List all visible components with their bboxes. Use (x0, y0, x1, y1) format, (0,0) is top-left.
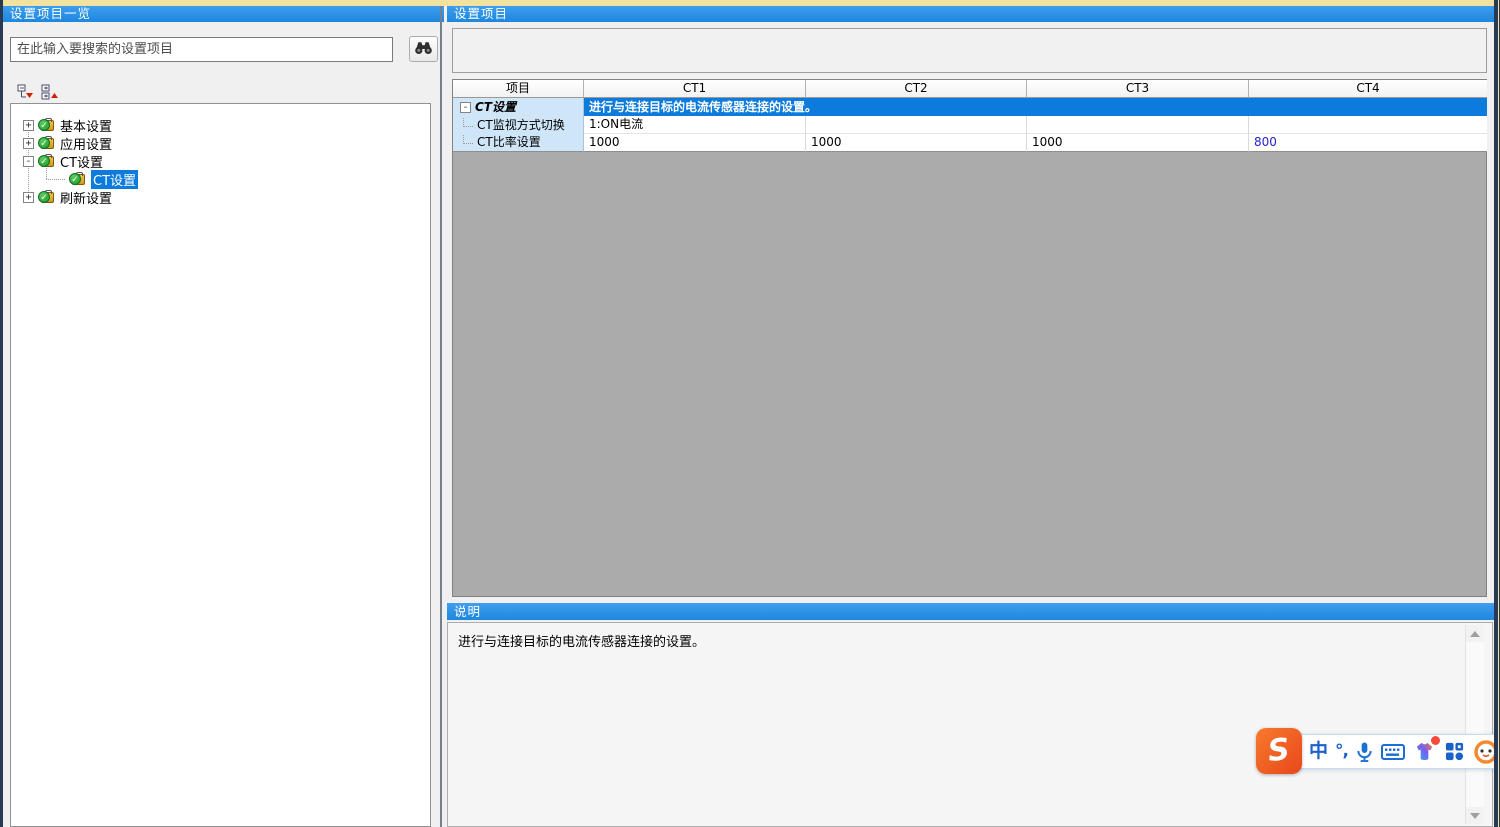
table-group-row: - CT设置 进行与连接目标的电流传感器连接的设置。 (453, 98, 1486, 116)
settings-item-panel-title: 设置项目 (447, 5, 1500, 22)
column-header-ct3: CT3 (1027, 80, 1249, 98)
group-row-description[interactable]: 进行与连接目标的电流传感器连接的设置。 (584, 98, 1487, 116)
group-row-label: CT设置 (475, 99, 516, 116)
tree-stub (463, 135, 473, 144)
description-text: 进行与连接目标的电流传感器连接的设置。 (458, 631, 705, 650)
ime-language-mode-button[interactable]: 中 (1309, 742, 1328, 761)
tree-expander-icon[interactable]: - (23, 156, 34, 167)
window-right-edge (1494, 0, 1500, 827)
expand-all-icon[interactable] (41, 84, 59, 100)
value-cell-ct2[interactable] (806, 116, 1027, 134)
tree-item-ct-settings: - ✓ CT设置 (23, 152, 103, 170)
tree-item-application-settings: + ✓ 应用设置 (23, 134, 112, 152)
window-left-edge (0, 0, 3, 827)
tree-item-label[interactable]: 应用设置 (60, 134, 112, 153)
tree-item-basic-settings: + ✓ 基本设置 (23, 116, 112, 134)
group-expander-icon[interactable]: - (460, 102, 471, 113)
value-cell-ct2[interactable]: 1000 (806, 134, 1027, 152)
panel-splitter[interactable] (440, 5, 442, 827)
arrow-down-icon (1470, 813, 1480, 819)
settings-node-icon: ✓ (39, 135, 56, 151)
tree-item-refresh-settings: + ✓ 刷新设置 (23, 188, 112, 206)
column-header-ct1: CT1 (584, 80, 806, 98)
table-header-row: 项目 CT1 CT2 CT3 CT4 (453, 80, 1486, 98)
tree-toolbar (17, 84, 59, 100)
settings-node-icon: ✓ (39, 153, 56, 169)
tree-expander-icon[interactable]: + (23, 192, 34, 203)
row-label-cell: CT比率设置 (453, 134, 584, 152)
row-label: CT监视方式切换 (477, 117, 565, 134)
table-row-ct-ratio: CT比率设置 1000 1000 1000 800 (453, 134, 1486, 152)
tree-connector (46, 179, 65, 180)
arrow-up-icon (1470, 631, 1480, 637)
tree-item-ct-settings-child: ✓ CT设置 (65, 170, 138, 188)
tree-stub (463, 118, 473, 127)
settings-node-icon: ✓ (39, 189, 56, 205)
value-cell-ct4-modified[interactable]: 800 (1249, 134, 1487, 152)
scroll-up-button[interactable] (1466, 625, 1484, 642)
description-panel-title: 说明 (447, 603, 1500, 620)
tree-expander-icon[interactable]: + (23, 138, 34, 149)
ime-toolbar-pill: 中 °, (1272, 734, 1500, 769)
value-cell-ct1[interactable]: 1000 (584, 134, 806, 152)
sogou-logo-letter: S (1267, 735, 1292, 767)
description-panel: 进行与连接目标的电流传感器连接的设置。 (447, 622, 1493, 827)
sogou-logo[interactable]: S (1256, 728, 1302, 774)
microphone-icon[interactable] (1355, 741, 1374, 763)
column-header-ct2: CT2 (806, 80, 1027, 98)
row-label: CT比率设置 (477, 134, 541, 151)
settings-table: 项目 CT1 CT2 CT3 CT4 - CT设置 进行与连接目标的电流传感器连… (452, 79, 1487, 597)
settings-node-icon: ✓ (70, 171, 87, 187)
search-button[interactable] (409, 36, 438, 62)
collapse-all-icon[interactable] (17, 84, 35, 100)
settings-node-icon: ✓ (39, 117, 56, 133)
value-cell-ct3[interactable]: 1000 (1027, 134, 1249, 152)
settings-list-panel-title: 设置项目一览 (3, 5, 444, 22)
notification-dot (1431, 736, 1440, 745)
value-cell-ct1[interactable]: 1:ON电流 (584, 116, 806, 134)
toolbox-grid-icon[interactable] (1444, 741, 1465, 762)
toolbar-area (452, 28, 1487, 73)
binoculars-icon (414, 40, 433, 58)
tree-item-label[interactable]: 刷新设置 (60, 188, 112, 207)
column-header-item: 项目 (453, 80, 584, 98)
ime-toolbar: 中 °, (1256, 728, 1500, 774)
tree-item-label[interactable]: 基本设置 (60, 116, 112, 135)
description-scrollbar[interactable] (1465, 625, 1484, 824)
group-row-label-cell: - CT设置 (453, 98, 584, 116)
settings-window: 设置项目一览 (0, 0, 1500, 827)
skin-theme-icon[interactable] (1412, 740, 1437, 763)
tree-expander-icon[interactable]: + (23, 120, 34, 131)
settings-tree: + ✓ 基本设置 + ✓ 应用设置 - ✓ CT设置 ✓ CT设置 + ✓ 刷新… (10, 103, 431, 827)
column-header-ct4: CT4 (1249, 80, 1487, 98)
window-top-edge (0, 0, 1500, 6)
tree-item-label-selected[interactable]: CT设置 (91, 170, 138, 189)
search-input[interactable] (10, 37, 393, 62)
virtual-keyboard-icon[interactable] (1381, 743, 1405, 761)
value-cell-ct4[interactable] (1249, 116, 1487, 134)
value-cell-ct3[interactable] (1027, 116, 1249, 134)
tree-item-label[interactable]: CT设置 (60, 152, 103, 171)
row-label-cell: CT监视方式切换 (453, 116, 584, 134)
ime-punctuation-button[interactable]: °, (1335, 743, 1348, 760)
table-row-ct-monitor-method: CT监视方式切换 1:ON电流 (453, 116, 1486, 134)
scroll-down-button[interactable] (1466, 807, 1484, 824)
